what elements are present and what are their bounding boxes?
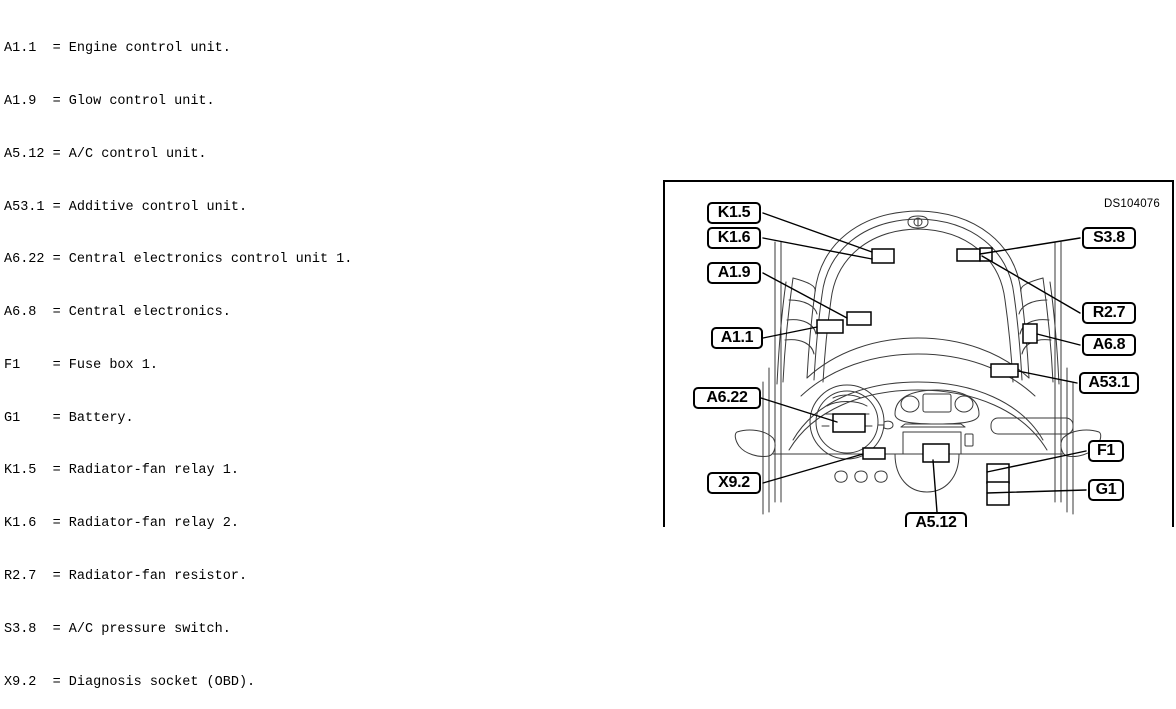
marker-k15-k16: [871, 248, 895, 264]
legend-row: A6.22 = Central electronics control unit…: [4, 252, 353, 268]
legend-row: A6.8 = Central electronics.: [4, 305, 231, 321]
legend-row: R2.7 = Radiator-fan resistor.: [4, 569, 248, 584]
marker-a622: [832, 413, 866, 433]
leader-r27: [981, 255, 1081, 314]
marker-s38: [956, 248, 981, 262]
marker-x92: [862, 447, 886, 460]
leader-x92: [762, 453, 864, 484]
marker-a11: [816, 319, 844, 334]
callout-f1[interactable]: F1: [1088, 440, 1124, 462]
legend-row: K1.5 = Radiator-fan relay 1.: [4, 463, 239, 479]
vehicle-location-diagram: DS104076 K1.5 K1.6 A1.9 A1.1 A6.22 X9.2 …: [663, 180, 1174, 527]
legend-row: A5.12 = A/C control unit.: [4, 146, 207, 162]
marker-a68: [1022, 323, 1038, 344]
legend-row: A53.1 = Additive control unit.: [4, 199, 248, 215]
callout-r27[interactable]: R2.7: [1082, 302, 1136, 324]
legend-row: G1 = Battery.: [4, 410, 134, 426]
leader-a622: [760, 397, 838, 423]
leader-k15: [762, 212, 873, 253]
leader-a19: [762, 272, 848, 319]
callout-s38[interactable]: S3.8: [1082, 227, 1136, 249]
legend-row: A1.9 = Glow control unit.: [4, 93, 215, 109]
leader-a11: [762, 326, 818, 339]
callout-x92[interactable]: X9.2: [707, 472, 761, 494]
callout-a512[interactable]: A5.12: [905, 512, 967, 527]
callout-a531[interactable]: A53.1: [1079, 372, 1139, 394]
legend-row: F1 = Fuse box 1.: [4, 357, 158, 373]
legend-row: A1.1 = Engine control unit.: [4, 41, 231, 57]
component-legend: A1.1 = Engine control unit. A1.9 = Glow …: [4, 5, 352, 709]
callout-k16[interactable]: K1.6: [707, 227, 761, 249]
callout-k15[interactable]: K1.5: [707, 202, 761, 224]
marker-a19: [846, 311, 872, 326]
legend-row: X9.2 = Diagnosis socket (OBD).: [4, 674, 256, 690]
leader-a512: [932, 459, 938, 513]
leader-s38: [979, 237, 1081, 255]
marker-f1: [986, 463, 1010, 484]
marker-a531: [990, 363, 1019, 378]
callout-a11[interactable]: A1.1: [711, 327, 763, 349]
leader-k16: [762, 237, 873, 260]
marker-a512: [922, 443, 950, 463]
callout-a68[interactable]: A6.8: [1082, 334, 1136, 356]
legend-row: S3.8 = A/C pressure switch.: [4, 621, 231, 637]
callout-g1[interactable]: G1: [1088, 479, 1124, 501]
leader-a531: [1017, 370, 1078, 384]
callout-a622[interactable]: A6.22: [693, 387, 761, 409]
legend-row: K1.6 = Radiator-fan relay 2.: [4, 516, 239, 532]
callout-a19[interactable]: A1.9: [707, 262, 761, 284]
